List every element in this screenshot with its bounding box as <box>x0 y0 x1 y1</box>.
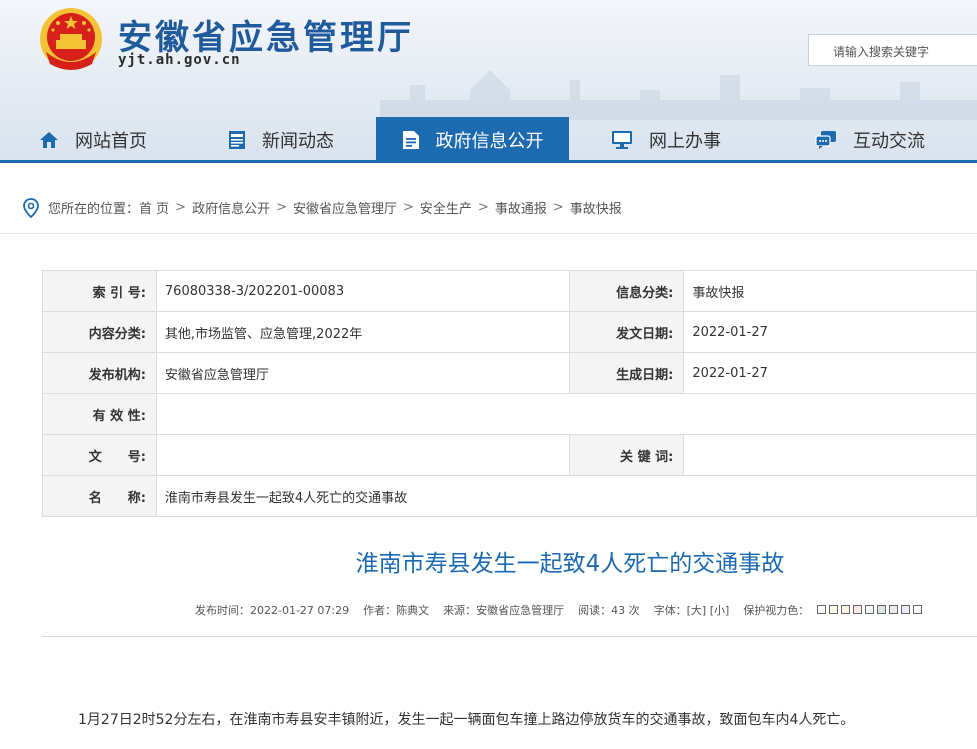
font-small-button[interactable]: [小] <box>710 604 730 617</box>
nav-item-home[interactable]: 网站首页 <box>0 117 186 163</box>
site-domain: yjt.ah.gov.cn <box>118 52 241 68</box>
monitor-icon <box>612 131 632 149</box>
font-large-button[interactable]: [大] <box>687 604 707 617</box>
article-title: 淮南市寿县发生一起致4人死亡的交通事故 <box>355 551 785 577</box>
table-row: 发布机构: 安徽省应急管理厅 生成日期: 2022-01-27 <box>42 352 977 394</box>
breadcrumb-accident-flash[interactable]: 事故快报 <box>570 198 622 217</box>
keywords-value <box>683 434 977 476</box>
breadcrumb-separator: > <box>403 200 414 215</box>
keywords-label: 关 键 词: <box>569 434 685 476</box>
doc-name-value: 淮南市寿县发生一起致4人死亡的交通事故 <box>155 475 977 517</box>
breadcrumb-prefix: 您所在的位置： <box>48 202 140 217</box>
divider <box>42 636 977 637</box>
issue-date-label: 发文日期: <box>569 311 685 353</box>
news-icon <box>229 131 245 149</box>
breadcrumb-department[interactable]: 安徽省应急管理厅 <box>293 198 397 217</box>
content-category-value: 其他,市场监管、应急管理,2022年 <box>155 311 571 353</box>
nav-item-news[interactable]: 新闻动态 <box>186 117 376 163</box>
home-icon <box>40 132 58 148</box>
main-nav: 网站首页 新闻动态 政府信息公开 网上办事 互动交流 <box>0 117 977 163</box>
validity-value <box>155 393 977 435</box>
doc-name-label: 名 称: <box>42 475 157 517</box>
search-input[interactable]: 请输入搜索关键字 <box>808 34 977 66</box>
breadcrumb-separator: > <box>477 200 489 215</box>
breadcrumb-separator: > <box>276 200 287 215</box>
content-category-label: 内容分类: <box>42 311 157 353</box>
skyline-decoration <box>380 70 977 120</box>
article-meta: 发布时间：2022-01-27 07:29 作者：陈典文 来源：安徽省应急管理厅… <box>195 602 936 618</box>
article-author: 作者：陈典文 <box>363 604 430 617</box>
nav-label: 网上办事 <box>649 131 721 152</box>
nav-item-interaction[interactable]: 互动交流 <box>763 117 977 163</box>
nav-label: 政府信息公开 <box>435 131 544 152</box>
eye-care-control: 保护视力色： <box>743 602 936 618</box>
doc-number-value <box>155 434 571 476</box>
category-value: 事故快报 <box>683 270 977 312</box>
validity-label: 有 效 性: <box>42 393 157 435</box>
national-emblem-icon <box>40 8 102 70</box>
font-size-control: 字体：[大] [小] <box>654 602 730 618</box>
breadcrumb-separator: > <box>552 200 564 215</box>
color-swatch-button[interactable] <box>888 605 898 614</box>
color-swatch-button[interactable] <box>900 605 910 614</box>
font-size-label: 字体： <box>653 604 687 617</box>
breadcrumb-home[interactable]: 首 页 <box>139 198 169 217</box>
breadcrumb-gov-info[interactable]: 政府信息公开 <box>192 198 270 217</box>
index-value: 76080338-3/202201-00083 <box>155 270 571 312</box>
document-icon <box>402 131 419 149</box>
table-row: 名 称: 淮南市寿县发生一起致4人死亡的交通事故 <box>42 475 977 517</box>
breadcrumb-accident-report[interactable]: 事故通报 <box>495 198 547 217</box>
location-pin-icon <box>23 197 39 218</box>
breadcrumb-separator: > <box>175 200 187 215</box>
nav-item-gov-info[interactable]: 政府信息公开 <box>376 117 569 163</box>
color-swatch-button[interactable] <box>852 605 862 614</box>
generated-date-value: 2022-01-27 <box>683 352 977 394</box>
read-count: 阅读：43 次 <box>578 604 640 617</box>
color-swatch-button[interactable] <box>864 605 874 614</box>
table-row: 索 引 号: 76080338-3/202201-00083 信息分类: 事故快… <box>42 270 977 312</box>
site-header: 安徽省应急管理厅 yjt.ah.gov.cn 请输入搜索关键字 网站首页 新闻动… <box>0 0 977 163</box>
index-label: 索 引 号: <box>42 270 157 312</box>
breadcrumb-safety[interactable]: 安全生产 <box>420 198 472 217</box>
table-row: 内容分类: 其他,市场监管、应急管理,2022年 发文日期: 2022-01-2… <box>42 311 977 353</box>
article-body: 1月27日2时52分左右，在淮南市寿县安丰镇附近，发生一起一辆面包车撞上路边停放… <box>78 712 855 728</box>
nav-label: 新闻动态 <box>262 131 334 152</box>
publisher-label: 发布机构: <box>42 352 157 394</box>
breadcrumb: 您所在的位置： 首 页 > 政府信息公开 > 安徽省应急管理厅 > 安全生产 >… <box>0 182 977 234</box>
search-placeholder: 请输入搜索关键字 <box>833 45 930 59</box>
table-row: 文 号: 关 键 词: <box>42 434 977 476</box>
issue-date-value: 2022-01-27 <box>683 311 977 353</box>
article-source: 来源：安徽省应急管理厅 <box>443 604 565 617</box>
color-swatch-button[interactable] <box>816 605 826 614</box>
color-swatch-button[interactable] <box>828 605 838 614</box>
category-label: 信息分类: <box>569 270 685 312</box>
table-row: 有 效 性: <box>42 393 977 435</box>
color-swatch-button[interactable] <box>912 605 922 614</box>
color-swatch-button[interactable] <box>840 605 850 614</box>
document-info-table: 索 引 号: 76080338-3/202201-00083 信息分类: 事故快… <box>42 270 977 517</box>
generated-date-label: 生成日期: <box>569 352 685 394</box>
nav-label: 互动交流 <box>853 131 925 152</box>
nav-label: 网站首页 <box>75 131 147 152</box>
doc-number-label: 文 号: <box>42 434 157 476</box>
publish-time: 发布时间：2022-01-27 07:29 <box>195 604 350 617</box>
nav-item-online-service[interactable]: 网上办事 <box>569 117 763 163</box>
color-swatch-button[interactable] <box>876 605 886 614</box>
chat-icon <box>815 131 836 149</box>
eye-care-label: 保护视力色： <box>743 604 810 617</box>
publisher-value: 安徽省应急管理厅 <box>155 352 571 394</box>
